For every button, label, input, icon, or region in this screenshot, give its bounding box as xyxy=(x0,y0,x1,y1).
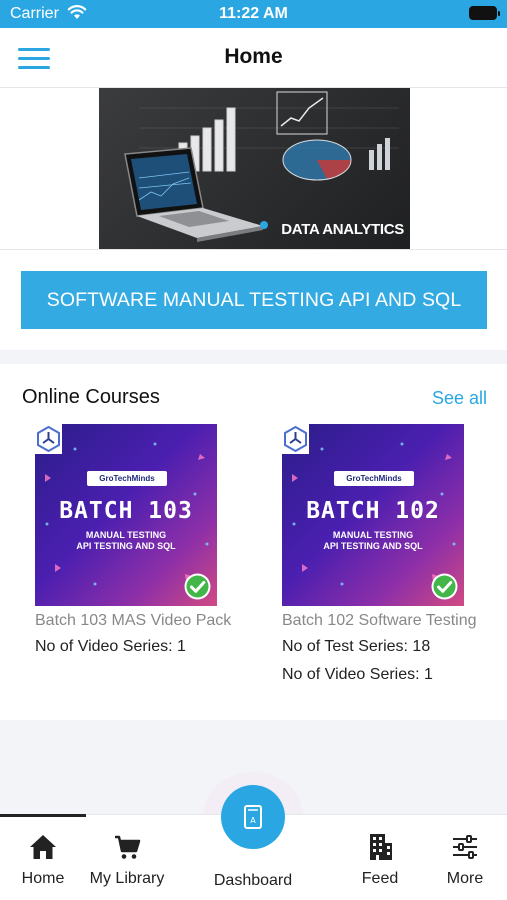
status-bar: Carrier 11:22 AM xyxy=(0,0,507,28)
tab-label: Feed xyxy=(361,870,399,887)
nav-bar: Home xyxy=(0,28,507,88)
online-courses-section: Online Courses See all GroTechMinds BATC… xyxy=(0,364,507,720)
featured-course-button[interactable]: SOFTWARE MANUAL TESTING API AND SQL xyxy=(21,271,487,329)
sliders-icon xyxy=(453,835,477,859)
tab-label: Home xyxy=(21,870,65,887)
course-brand: GroTechMinds xyxy=(334,471,414,486)
course-title: Batch 102 Software Testing xyxy=(282,612,477,629)
course-meta: No of Test Series: 18 xyxy=(282,638,431,655)
tab-dashboard-label[interactable]: Dashboard xyxy=(193,872,313,890)
banner-area: DATA ANALYTICS xyxy=(0,88,507,250)
course-card[interactable]: GroTechMinds BATCH 103 MANUAL TESTING AP… xyxy=(35,424,265,656)
course-card[interactable]: GroTechMinds BATCH 102 MANUAL TESTING AP… xyxy=(282,424,507,684)
course-thumbnail: GroTechMinds BATCH 103 MANUAL TESTING AP… xyxy=(35,424,217,606)
home-icon xyxy=(30,835,56,859)
course-subtitle: API TESTING AND SQL xyxy=(323,541,423,551)
status-time: 11:22 AM xyxy=(219,5,288,22)
featured-course-area: SOFTWARE MANUAL TESTING API AND SQL xyxy=(0,250,507,350)
course-title: Batch 103 MAS Video Pack xyxy=(35,612,232,629)
check-icon xyxy=(431,573,458,600)
cart-icon xyxy=(115,835,141,859)
book-icon: A xyxy=(244,805,262,829)
dashboard-button[interactable]: A xyxy=(221,785,285,849)
section-title: Online Courses xyxy=(22,386,160,408)
see-all-link[interactable]: See all xyxy=(432,388,487,409)
page-title: Home xyxy=(224,45,283,68)
course-batch: BATCH 103 xyxy=(59,498,193,524)
course-subtitle: MANUAL TESTING xyxy=(332,530,414,540)
tab-label: My Library xyxy=(89,870,165,887)
check-icon xyxy=(184,573,211,600)
course-subtitle: API TESTING AND SQL xyxy=(76,541,176,551)
tab-home[interactable]: Home xyxy=(18,833,68,888)
tab-more[interactable]: More xyxy=(440,833,490,888)
tab-label: More xyxy=(446,870,484,887)
course-subtitle: MANUAL TESTING xyxy=(85,530,167,540)
svg-text:A: A xyxy=(250,816,256,825)
course-meta: No of Video Series: 1 xyxy=(282,666,433,683)
building-icon xyxy=(370,834,392,860)
tab-feed[interactable]: Feed xyxy=(355,833,405,888)
active-tab-indicator xyxy=(0,814,86,817)
course-brand: GroTechMinds xyxy=(87,471,167,486)
banner-caption: DATA ANALYTICS xyxy=(281,221,404,238)
course-thumbnail: GroTechMinds BATCH 102 MANUAL TESTING AP… xyxy=(282,424,464,606)
tab-my-library[interactable]: My Library xyxy=(84,833,170,888)
banner-image[interactable]: DATA ANALYTICS xyxy=(99,88,410,249)
course-meta: No of Video Series: 1 xyxy=(35,638,186,655)
battery-icon xyxy=(469,6,500,20)
course-batch: BATCH 102 xyxy=(306,498,440,524)
